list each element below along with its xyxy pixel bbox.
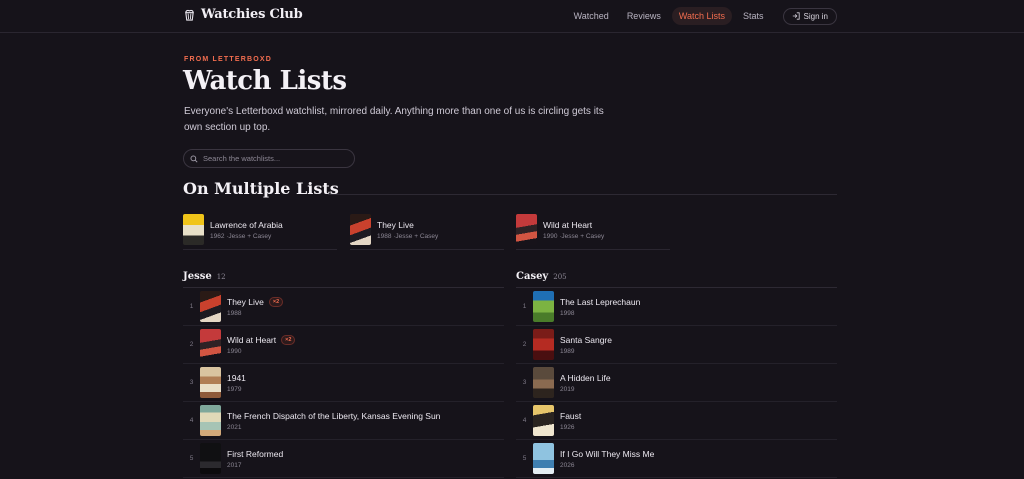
list-item[interactable]: 2 Wild at Heart ×2 1990 <box>183 326 504 364</box>
item-year: 2021 <box>227 423 242 431</box>
list-item[interactable]: 4 Faust 1926 <box>516 402 837 440</box>
eyebrow-label: FROM LETTERBOXD <box>184 56 272 63</box>
item-year: 2026 <box>560 461 575 469</box>
list-count: 205 <box>553 273 567 281</box>
item-year: 1979 <box>227 385 242 393</box>
multi-card-wild-at-heart[interactable]: Wild at Heart 1990 ·Jesse + Casey <box>516 214 670 250</box>
list-item[interactable]: 2 Santa Sangre 1989 <box>516 326 837 364</box>
item-year: 1988 <box>227 309 242 317</box>
item-title: A Hidden Life <box>560 372 611 383</box>
brand-logo[interactable]: Watchies Club <box>184 7 303 22</box>
poster-image <box>533 405 554 436</box>
search-box[interactable] <box>183 149 355 168</box>
item-rank: 4 <box>189 417 194 424</box>
item-rank: 2 <box>522 341 527 348</box>
main-nav: Watched Reviews Watch Lists Stats Sign i… <box>567 7 837 25</box>
item-year: 1990 <box>227 347 242 355</box>
sign-in-label: Sign in <box>803 11 828 21</box>
item-title: Wild at Heart <box>227 334 277 345</box>
section-divider <box>328 194 837 195</box>
item-rank: 3 <box>522 379 527 386</box>
item-rank: 5 <box>522 455 527 462</box>
multi-card-title: Wild at Heart <box>543 220 593 230</box>
nav-reviews[interactable]: Reviews <box>620 7 668 25</box>
list-header: Casey 205 <box>516 271 837 288</box>
item-year: 1926 <box>560 423 575 431</box>
poster-image <box>200 367 221 398</box>
poster-image <box>183 214 204 245</box>
poster-image <box>200 405 221 436</box>
list-count: 12 <box>216 273 226 281</box>
item-rank: 1 <box>189 303 194 310</box>
list-owner-name: Jesse <box>183 271 212 282</box>
poster-image <box>200 291 221 322</box>
item-year: 2017 <box>227 461 242 469</box>
list-item[interactable]: 1 The Last Leprechaun 1998 <box>516 288 837 326</box>
multi-list-badge: ×2 <box>281 334 296 345</box>
item-title: The Last Leprechaun <box>560 296 641 307</box>
item-title: If I Go Will They Miss Me <box>560 448 655 459</box>
item-rank: 5 <box>189 455 194 462</box>
list-header: Jesse 12 <box>183 271 504 288</box>
top-bar: Watchies Club Watched Reviews Watch List… <box>0 0 1024 33</box>
item-year: 2019 <box>560 385 575 393</box>
multi-card-title: They Live <box>377 220 414 230</box>
multi-list-badge: ×2 <box>268 296 284 307</box>
item-rank: 3 <box>189 379 194 386</box>
item-title: The French Dispatch of the Liberty, Kans… <box>227 410 441 421</box>
page-description: Everyone's Letterboxd watchlist, mirrore… <box>184 106 604 133</box>
list-item[interactable]: 5 If I Go Will They Miss Me 2026 <box>516 440 837 478</box>
search-icon <box>190 155 198 163</box>
item-title: First Reformed <box>227 448 284 459</box>
search-input[interactable] <box>203 154 343 163</box>
multi-card-lawrence[interactable]: Lawrence of Arabia 1962 ·Jesse + Casey <box>183 214 337 250</box>
sign-in-icon <box>792 12 800 20</box>
multi-card-meta: 1988 ·Jesse + Casey <box>377 233 439 240</box>
item-title: 1941 <box>227 372 246 383</box>
poster-image <box>533 367 554 398</box>
item-year: 1998 <box>560 309 575 317</box>
brand-name: Watchies Club <box>201 7 303 22</box>
multi-card-they-live[interactable]: They Live 1988 ·Jesse + Casey <box>350 214 504 250</box>
poster-image <box>200 329 221 360</box>
poster-image <box>533 443 554 474</box>
item-title: Faust <box>560 410 582 421</box>
list-item[interactable]: 5 First Reformed 2017 <box>183 440 504 478</box>
poster-image <box>516 214 537 245</box>
nav-watch-lists[interactable]: Watch Lists <box>671 7 733 25</box>
multi-card-title: Lawrence of Arabia <box>210 220 283 230</box>
item-title: They Live <box>227 296 264 307</box>
popcorn-icon <box>185 9 194 21</box>
nav-stats[interactable]: Stats <box>736 7 771 25</box>
nav-watched[interactable]: Watched <box>567 7 616 25</box>
poster-image <box>533 329 554 360</box>
list-item[interactable]: 3 1941 1979 <box>183 364 504 402</box>
multi-card-meta: 1962 ·Jesse + Casey <box>210 233 272 240</box>
list-column-casey: Casey 205 1 The Last Leprechaun 1998 2 S… <box>516 271 837 478</box>
list-item[interactable]: 4 The French Dispatch of the Liberty, Ka… <box>183 402 504 440</box>
list-column-jesse: Jesse 12 1 They Live ×2 1988 2 Wild at H… <box>183 271 504 478</box>
item-rank: 1 <box>522 303 527 310</box>
list-item[interactable]: 3 A Hidden Life 2019 <box>516 364 837 402</box>
multiple-lists-row: Lawrence of Arabia 1962 ·Jesse + Casey T… <box>183 214 673 250</box>
poster-image <box>350 214 371 245</box>
item-year: 1989 <box>560 347 575 355</box>
multiple-lists-heading: On Multiple Lists <box>183 179 339 198</box>
sign-in-button[interactable]: Sign in <box>782 7 837 25</box>
item-title: Santa Sangre <box>560 334 612 345</box>
page-title: Watch Lists <box>183 66 347 96</box>
multi-card-meta: 1990 ·Jesse + Casey <box>543 233 605 240</box>
item-rank: 4 <box>522 417 527 424</box>
poster-image <box>533 291 554 322</box>
poster-image <box>200 443 221 474</box>
item-rank: 2 <box>189 341 194 348</box>
list-owner-name: Casey <box>516 271 549 282</box>
list-item[interactable]: 1 They Live ×2 1988 <box>183 288 504 326</box>
